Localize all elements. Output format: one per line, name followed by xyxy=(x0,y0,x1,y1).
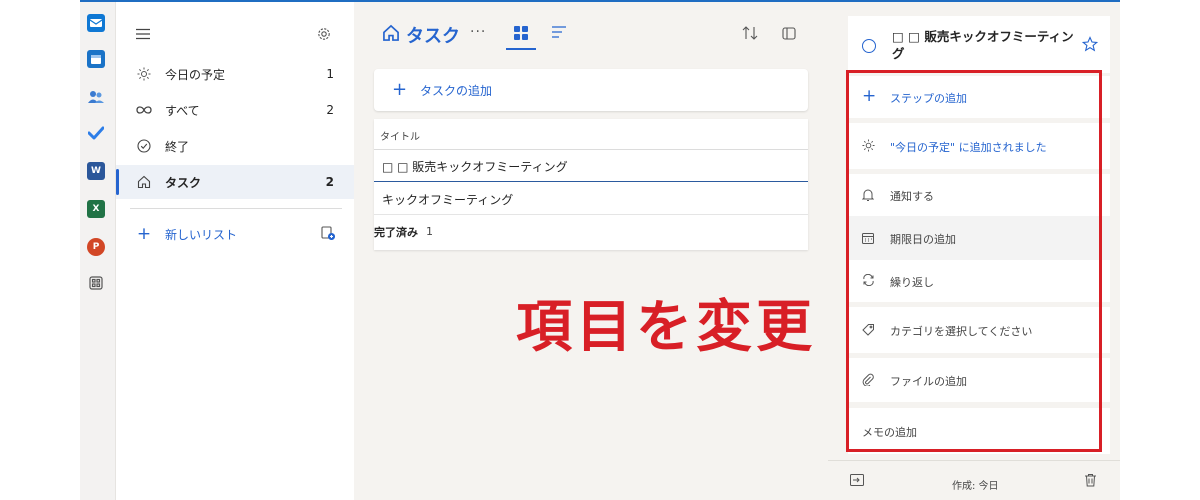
table-header: タイトル xyxy=(374,119,808,150)
task-title-card: □ □ 販売キックオフミーティング xyxy=(848,16,1110,73)
grid-view-button[interactable] xyxy=(506,24,536,50)
column-title-header[interactable]: タイトル xyxy=(380,128,420,143)
annotation-text: 項目を変更 xyxy=(516,295,816,360)
nav-item-label: タスク xyxy=(165,175,202,190)
excel-letter: X xyxy=(92,204,100,214)
table-row[interactable]: □ □ 販売キックオフミーティング xyxy=(374,150,808,182)
home-icon xyxy=(136,174,152,190)
add-file-button[interactable]: ファイルの追加 xyxy=(848,358,1110,402)
more-options-button[interactable]: ··· xyxy=(470,24,486,40)
nav-item-count: 2 xyxy=(325,175,334,189)
repeat-button[interactable]: 繰り返し xyxy=(848,260,1110,302)
add-due-date-button[interactable]: 期限日の追加 xyxy=(848,216,1110,260)
sort-icon[interactable] xyxy=(742,26,758,40)
my-day-label: "今日の予定" に追加されました xyxy=(890,141,1047,154)
plus-icon: + xyxy=(862,86,877,106)
hide-detail-icon[interactable] xyxy=(850,474,864,486)
app-rail: W X P xyxy=(80,2,116,500)
repeat-label: 繰り返し xyxy=(890,276,934,289)
todo-icon[interactable] xyxy=(87,124,105,142)
nav-item-label: すべて xyxy=(165,103,200,118)
nav-item-all[interactable]: すべて 2 xyxy=(116,93,354,127)
nav-item-label: 今日の予定 xyxy=(165,67,226,82)
excel-icon[interactable]: X xyxy=(87,200,105,218)
remind-me-label: 通知する xyxy=(890,190,934,203)
task-detail-pane: □ □ 販売キックオフミーティング + ステップの追加 "今日の予定" に追加さ… xyxy=(828,2,1120,500)
navigation-pane: 今日の予定 1 すべて 2 終了 タスク 2 + 新しいリスト xyxy=(116,2,354,500)
sun-icon xyxy=(862,139,875,152)
plus-icon: + xyxy=(392,79,408,100)
nav-item-my-day[interactable]: 今日の予定 1 xyxy=(116,57,354,91)
apps-icon[interactable] xyxy=(87,274,105,292)
calendar-icon xyxy=(862,232,874,244)
star-icon[interactable] xyxy=(1082,36,1098,52)
todo-app-window: W X P 今日の予定 1 すべて 2 終了 タスク 2 + 新しいリスト タス… xyxy=(80,0,1120,500)
nav-item-count: 1 xyxy=(326,67,334,81)
add-note-label: メモの追加 xyxy=(862,426,917,439)
add-step-label: ステップの追加 xyxy=(890,92,967,105)
new-group-icon[interactable] xyxy=(321,226,335,240)
add-due-date-label: 期限日の追加 xyxy=(890,233,956,246)
calendar-icon[interactable] xyxy=(87,50,105,68)
list-title: タスク xyxy=(406,26,460,47)
bell-icon xyxy=(862,188,874,202)
paperclip-icon xyxy=(862,373,874,386)
list-view-button[interactable] xyxy=(552,26,566,38)
repeat-icon xyxy=(862,274,875,286)
settings-gear-icon[interactable] xyxy=(317,27,331,41)
hamburger-menu-icon[interactable] xyxy=(136,28,150,40)
add-note-input[interactable]: メモの追加 xyxy=(848,408,1110,454)
infinity-icon xyxy=(136,102,152,118)
task-list-pane: タスク ··· + タスクの追加 タイトル □ □ 販売キックオフミーティング xyxy=(354,2,828,500)
pick-category-label: カテゴリを選択してください xyxy=(890,325,1033,338)
home-icon xyxy=(382,24,400,42)
complete-task-checkbox[interactable] xyxy=(862,39,876,53)
add-file-label: ファイルの追加 xyxy=(890,375,967,388)
outlook-icon[interactable] xyxy=(87,14,105,32)
created-date: 作成: 今日 xyxy=(952,481,999,492)
nav-item-label: 終了 xyxy=(165,139,190,154)
table-row[interactable]: キックオフミーティング xyxy=(374,183,808,215)
detail-panel-toggle-icon[interactable] xyxy=(782,27,796,40)
completed-section-label[interactable]: 完了済み xyxy=(374,224,418,240)
word-letter: W xyxy=(91,166,101,176)
people-icon[interactable] xyxy=(87,88,105,106)
task-title: キックオフミーティング xyxy=(382,193,514,207)
task-title: □ □ 販売キックオフミーティング xyxy=(382,160,568,174)
check-circle-icon xyxy=(136,138,152,154)
detail-footer: 作成: 今日 xyxy=(828,460,1120,500)
trash-icon[interactable] xyxy=(1084,473,1097,487)
new-list-button[interactable]: + 新しいリスト xyxy=(116,217,354,251)
add-task-input[interactable]: + タスクの追加 xyxy=(374,69,808,111)
nav-item-tasks[interactable]: タスク 2 xyxy=(116,165,354,199)
tag-icon xyxy=(862,323,875,336)
new-list-label: 新しいリスト xyxy=(165,227,238,242)
word-icon[interactable]: W xyxy=(87,162,105,180)
pick-category-button[interactable]: カテゴリを選択してください xyxy=(848,307,1110,353)
powerpoint-icon[interactable]: P xyxy=(87,238,105,256)
completed-count: 1 xyxy=(426,225,433,238)
add-step-button[interactable]: + ステップの追加 xyxy=(848,76,1110,118)
nav-item-completed[interactable]: 終了 xyxy=(116,129,354,163)
nav-divider xyxy=(130,208,342,209)
grid-view-icon xyxy=(514,26,528,40)
my-day-toggle[interactable]: "今日の予定" に追加されました xyxy=(848,123,1110,169)
powerpoint-letter: P xyxy=(92,242,100,252)
sun-icon xyxy=(136,66,152,82)
nav-item-count: 2 xyxy=(326,103,334,117)
plus-icon: + xyxy=(136,224,152,244)
task-table: タイトル □ □ 販売キックオフミーティング キックオフミーティング 完了済み … xyxy=(374,119,808,250)
add-task-label: タスクの追加 xyxy=(420,84,493,98)
remind-me-button[interactable]: 通知する xyxy=(848,174,1110,216)
task-detail-title[interactable]: □ □ 販売キックオフミーティング xyxy=(892,28,1082,62)
